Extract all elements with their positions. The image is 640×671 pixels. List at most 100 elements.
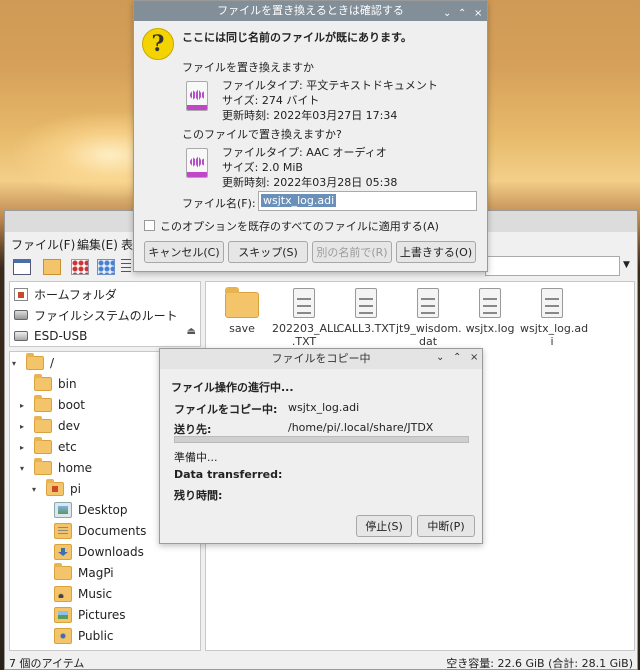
menu-file[interactable]: ファイル(F): [11, 236, 75, 253]
tree-item-boot[interactable]: ▸ boot: [20, 395, 85, 415]
apply-all-checkbox[interactable]: [144, 220, 155, 231]
time-remaining-label: 残り時間:: [174, 489, 223, 502]
eject-icon[interactable]: ⏏: [187, 326, 196, 337]
filename-selected-text: wsjtx_log.adi: [261, 194, 337, 207]
places-pane: ホームフォルダ ファイルシステムのルート ESD-USB ⏏: [9, 281, 201, 347]
menu-view[interactable]: 表: [121, 236, 133, 253]
place-home[interactable]: ホームフォルダ: [14, 285, 117, 303]
tree-item-home[interactable]: ▾ home: [20, 458, 92, 478]
copy-progress-dialog: ファイルをコピー中 ⌄ ⌃ × ファイル操作の進行中... ファイルをコピー中:…: [159, 348, 483, 544]
question-icon: ?: [142, 28, 174, 60]
new-file-modified: 更新時刻: 2022年03月28日 05:38: [222, 176, 398, 189]
file-item-202203-all-txt[interactable]: 202203_ALL .TXT: [272, 286, 340, 348]
expander-open-icon[interactable]: ▾: [32, 485, 40, 494]
dialog-titlebar[interactable]: ファイルを置き換えるときは確認する ⌄ ⌃ ×: [134, 1, 487, 21]
tree-item-root[interactable]: ▾ /: [12, 353, 54, 373]
skip-button[interactable]: スキップ(S): [228, 241, 308, 263]
tree-item-label: /: [50, 356, 55, 370]
status-bar: 7 個のアイテム 空き容量: 22.6 GiB (合計: 28.1 GiB): [5, 653, 637, 670]
progress-bar: [174, 436, 469, 443]
text-file-icon: [417, 288, 439, 318]
minimize-icon[interactable]: ⌄: [443, 4, 451, 24]
tree-item-label: Public: [78, 629, 114, 643]
file-item-jt9-wisdom-dat[interactable]: jt9_wisdom. dat: [396, 286, 462, 348]
progress-heading: ファイル操作の進行中...: [171, 381, 294, 394]
dialog-title: ファイルを置き換えるときは確認する: [217, 4, 404, 17]
destination-path: /home/pi/.local/share/JTDX: [288, 421, 434, 434]
dialog-title[interactable]: ファイルをコピー中: [160, 349, 482, 369]
data-transferred-label: Data transferred:: [174, 468, 283, 481]
thumbnail-view-icon[interactable]: [97, 259, 115, 275]
list-view-icon[interactable]: [121, 259, 131, 275]
cancel-button[interactable]: キャンセル(C): [144, 241, 224, 263]
place-root[interactable]: ファイルシステムのルート: [14, 306, 178, 324]
icon-view-icon[interactable]: [71, 259, 89, 275]
abort-button[interactable]: 中断(P): [417, 515, 475, 537]
tree-item-label: boot: [58, 398, 86, 412]
usb-drive-icon: [14, 331, 28, 341]
tree-item-music[interactable]: Music: [54, 584, 112, 604]
filename-input[interactable]: wsjtx_log.adi: [258, 191, 477, 211]
tree-item-pi[interactable]: ▾ pi: [32, 479, 81, 499]
expander-open-icon[interactable]: ▾: [12, 359, 20, 368]
status-text: 準備中...: [174, 451, 218, 464]
new-folder-icon[interactable]: [43, 259, 61, 275]
pause-button[interactable]: 停止(S): [356, 515, 412, 537]
free-space: 空き容量: 22.6 GiB (合計: 28.1 GiB): [446, 657, 633, 670]
close-icon[interactable]: ×: [470, 352, 478, 363]
maximize-icon[interactable]: ⌃: [453, 352, 461, 363]
place-usb-label: ESD-USB: [34, 329, 88, 343]
expander-closed-icon[interactable]: ▸: [20, 443, 28, 452]
tree-item-public[interactable]: Public: [54, 626, 114, 646]
folder-icon: [34, 395, 52, 412]
file-item-wsjtx-log-adi[interactable]: wsjtx_log.ad i: [520, 286, 589, 348]
place-usb[interactable]: ESD-USB: [14, 327, 87, 345]
overwrite-button[interactable]: 上書きする(O): [396, 241, 476, 263]
downloads-folder-icon: [54, 544, 72, 560]
tree-item-downloads[interactable]: Downloads: [54, 542, 144, 562]
drive-icon: [14, 310, 28, 320]
maximize-icon[interactable]: ⌃: [458, 4, 466, 24]
expander-closed-icon[interactable]: ▸: [20, 401, 28, 410]
close-icon[interactable]: ×: [474, 4, 482, 24]
menu-edit[interactable]: 編集(E): [77, 236, 118, 253]
expander-open-icon[interactable]: ▾: [20, 464, 28, 473]
tree-item-magpi[interactable]: MagPi: [54, 563, 114, 583]
file-name: jt9_wisdom. dat: [396, 322, 462, 348]
path-entry[interactable]: [485, 256, 620, 276]
existing-file-size: サイズ: 274 バイト: [222, 94, 320, 107]
folder-icon: [34, 437, 52, 454]
tree-item-documents[interactable]: Documents: [54, 521, 146, 541]
file-item-wsjtx-log[interactable]: wsjtx.log: [458, 286, 522, 335]
desktop-folder-icon: [54, 502, 72, 518]
folder-icon: [225, 287, 259, 318]
filename-label: ファイル名(F):: [182, 197, 256, 210]
tree-item-label: MagPi: [78, 566, 114, 580]
file-name: wsjtx_log.ad i: [520, 322, 589, 348]
tree-item-dev[interactable]: ▸ dev: [20, 416, 80, 436]
tree-item-desktop[interactable]: Desktop: [54, 500, 128, 520]
expander-closed-icon[interactable]: ▸: [20, 422, 28, 431]
tree-item-pictures[interactable]: Pictures: [54, 605, 126, 625]
rename-button[interactable]: 別の名前で(R): [312, 241, 392, 263]
tree-item-label: bin: [58, 377, 77, 391]
minimize-icon[interactable]: ⌄: [436, 352, 444, 363]
file-name: 202203_ALL .TXT: [272, 322, 340, 348]
tree-item-label: Documents: [78, 524, 147, 538]
tree-item-bin[interactable]: bin: [20, 374, 77, 394]
item-count: 7 個のアイテム: [9, 657, 85, 670]
tree-item-label: dev: [58, 419, 81, 433]
file-item-call3-txt[interactable]: CALL3.TXT: [334, 286, 398, 335]
tree-item-etc[interactable]: ▸ etc: [20, 437, 77, 457]
documents-folder-icon: [54, 523, 72, 539]
file-item-save[interactable]: save: [210, 286, 274, 335]
path-dropdown-icon[interactable]: ▼: [623, 260, 630, 270]
tree-item-label: etc: [58, 440, 77, 454]
apply-all-label[interactable]: このオプションを既存のすべてのファイルに適用する(A): [160, 218, 439, 234]
new-file-icon: [186, 148, 208, 178]
destination-label: 送り先:: [174, 423, 212, 436]
text-file-icon: [293, 288, 315, 318]
folder-icon: [34, 374, 52, 391]
new-window-icon[interactable]: [13, 259, 31, 275]
tree-item-label: pi: [70, 482, 81, 496]
